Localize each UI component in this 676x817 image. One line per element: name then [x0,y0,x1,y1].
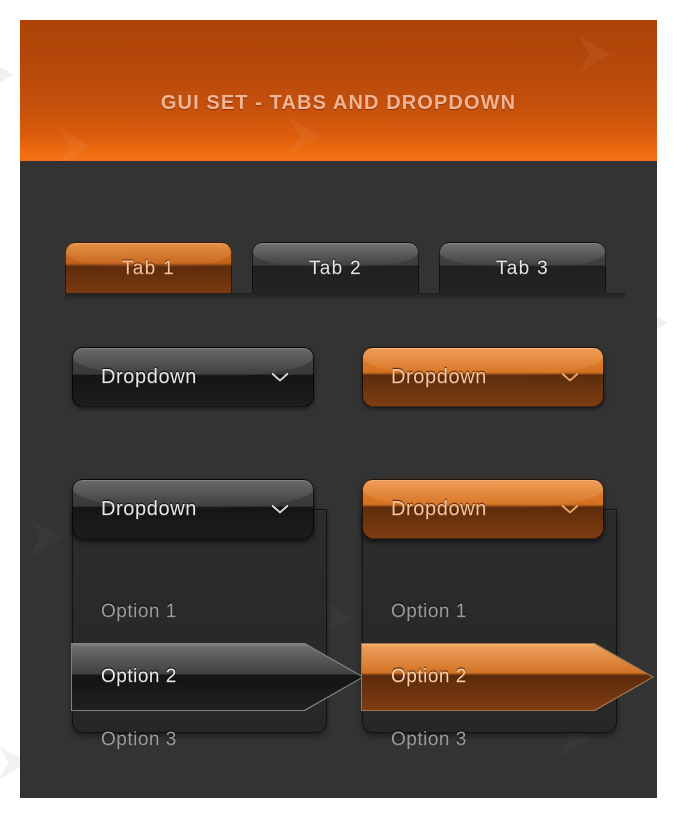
watermark-mark: ⮞ [290,110,321,157]
page-title: GUI SET - TABS AND DROPDOWN [160,92,517,114]
dropdown-label: Dropdown [101,365,197,388]
tab-tab-2[interactable]: Tab 2 [252,242,419,293]
chevron-down-icon [271,504,289,514]
tab-bar-shadow [65,293,625,301]
tab-bar: Tab 1 Tab 2 Tab 3 [65,242,625,293]
panel-body: ⮞ ⮞ ⮞ ⮞ ⮞ Tab 1 Tab 2 Tab 3 Dropdo [20,161,657,798]
gui-set-panel: ⮞ ⮞ ⮞ GUI SET - TABS AND DROPDOWN ⮞ ⮞ ⮞ … [20,20,657,798]
list-item-option-2-selected[interactable]: Option 2 [362,644,652,710]
watermark-mark: ⮞ [30,511,62,561]
chevron-down-icon [561,372,579,382]
dropdown-button-orange-open[interactable]: Dropdown [362,479,604,539]
dropdown-button-orange[interactable]: Dropdown [362,347,604,407]
dropdown-label: Dropdown [391,365,487,388]
tab-tab-3[interactable]: Tab 3 [439,242,606,293]
list-item-option-1[interactable]: Option 1 [73,580,328,644]
list-item-label: Option 2 [101,666,177,687]
chevron-down-icon [561,504,579,514]
chevron-down-icon [271,372,289,382]
list-item-option-2-selected[interactable]: Option 2 [72,644,362,710]
tab-label: Tab 1 [122,258,175,279]
panel-header: ⮞ ⮞ ⮞ GUI SET - TABS AND DROPDOWN [20,20,657,161]
list-item-option-3[interactable]: Option 3 [363,708,618,772]
watermark-mark: ⮞ [60,120,91,161]
tab-tab-1[interactable]: Tab 1 [65,242,232,293]
list-item-option-3[interactable]: Option 3 [73,708,328,772]
open-dropdown-row: Option 1 Option 2 Option 3 Dropdown Opti… [71,479,654,759]
list-item-label: Option 2 [391,666,467,687]
tab-label: Tab 2 [309,258,362,279]
watermark-mark: ⮞ [580,28,611,75]
watermark-mark: ⮞ [0,52,13,95]
closed-dropdown-row: Dropdown Dropdown [72,347,632,409]
tab-label: Tab 3 [496,258,549,279]
dropdown-label: Dropdown [101,497,197,520]
dropdown-option-list: Option 1 Option 2 Option 3 [71,509,364,750]
dropdown-label: Dropdown [391,497,487,520]
dropdown-button-dark[interactable]: Dropdown [72,347,314,407]
list-item-option-1[interactable]: Option 1 [363,580,618,644]
dropdown-option-list: Option 1 Option 2 Option 3 [361,509,654,750]
dropdown-button-dark-open[interactable]: Dropdown [72,479,314,539]
